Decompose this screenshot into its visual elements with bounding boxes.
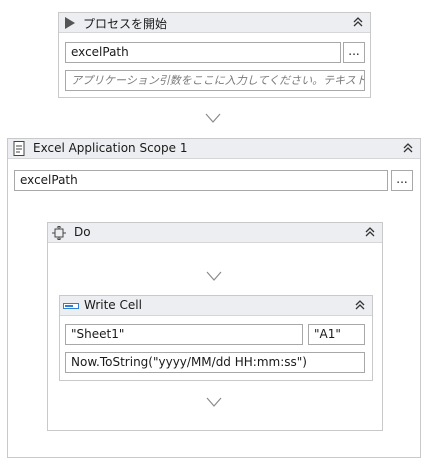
excel-scope-header[interactable]: Excel Application Scope 1 (8, 139, 420, 159)
browse-button[interactable]: ... (343, 42, 365, 63)
start-process-activity[interactable]: プロセスを開始 excelPath ... アプリケーション引数をここに入力して… (58, 12, 371, 98)
double-chevron-up-icon[interactable] (401, 141, 415, 155)
chevron-down-icon (206, 397, 222, 407)
write-cell-title: Write Cell (84, 298, 142, 312)
sequence-icon (52, 226, 66, 240)
arguments-input[interactable]: アプリケーション引数をここに入力してください。テキストは引用符 (65, 70, 365, 91)
cell-value-input[interactable]: Now.ToString("yyyy/MM/dd HH:mm:ss") (65, 352, 365, 373)
write-cell-activity[interactable]: Write Cell "Sheet1" "A1" Now.ToString("y… (59, 295, 373, 381)
do-header[interactable]: Do (48, 223, 382, 243)
double-chevron-up-icon[interactable] (363, 225, 377, 239)
write-cell-header[interactable]: Write Cell (60, 296, 372, 316)
workbook-browse-button[interactable]: ... (391, 170, 413, 191)
sheet-name-input[interactable]: "Sheet1" (65, 324, 303, 345)
chevron-down-icon (206, 271, 222, 281)
start-process-title: プロセスを開始 (83, 17, 168, 31)
document-icon (13, 141, 25, 156)
file-path-input[interactable]: excelPath (65, 42, 341, 63)
chevron-down-icon (205, 113, 221, 123)
do-sequence[interactable]: Do Write Cell "Sheet1" "A1" Now.ToString… (47, 222, 383, 431)
double-chevron-up-icon[interactable] (353, 298, 367, 312)
excel-scope-title: Excel Application Scope 1 (33, 141, 188, 155)
play-icon (65, 17, 75, 29)
double-chevron-up-icon[interactable] (351, 15, 365, 29)
do-title: Do (74, 225, 91, 239)
workbook-path-input[interactable]: excelPath (14, 170, 388, 191)
cell-range-input[interactable]: "A1" (308, 324, 365, 345)
excel-scope-activity[interactable]: Excel Application Scope 1 excelPath ... … (7, 138, 421, 458)
start-process-header[interactable]: プロセスを開始 (59, 13, 370, 33)
write-cell-icon (63, 303, 79, 309)
